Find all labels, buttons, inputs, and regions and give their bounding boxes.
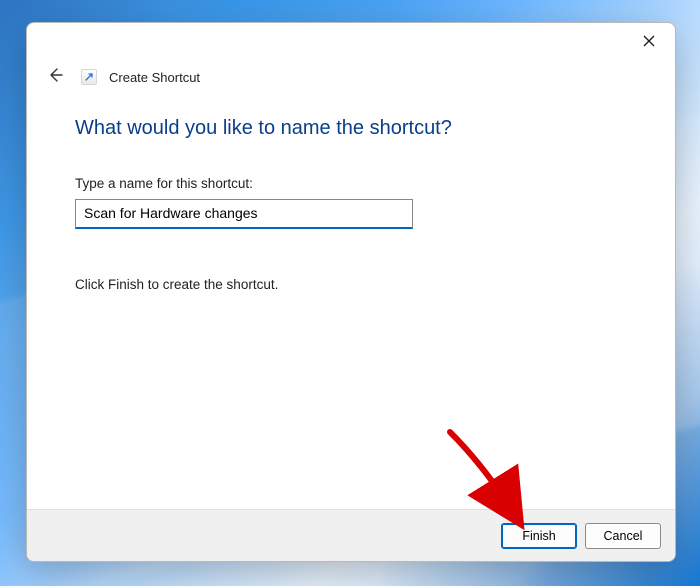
finish-button[interactable]: Finish [501,523,577,549]
arrow-left-icon [47,67,63,88]
close-button[interactable] [633,29,665,57]
wizard-content: What would you like to name the shortcut… [27,97,675,509]
hint-text: Click Finish to create the shortcut. [75,277,627,292]
wizard-header: Create Shortcut [27,63,675,97]
name-field-label: Type a name for this shortcut: [75,176,627,191]
wizard-title: Create Shortcut [109,70,200,85]
cancel-button[interactable]: Cancel [585,523,661,549]
page-heading: What would you like to name the shortcut… [75,117,627,140]
titlebar [27,23,675,63]
shortcut-name-input[interactable] [75,199,413,229]
close-icon [643,34,655,52]
back-button[interactable] [41,63,69,91]
shortcut-icon [81,69,97,85]
button-strip: Finish Cancel [27,509,675,561]
create-shortcut-dialog: Create Shortcut What would you like to n… [26,22,676,562]
